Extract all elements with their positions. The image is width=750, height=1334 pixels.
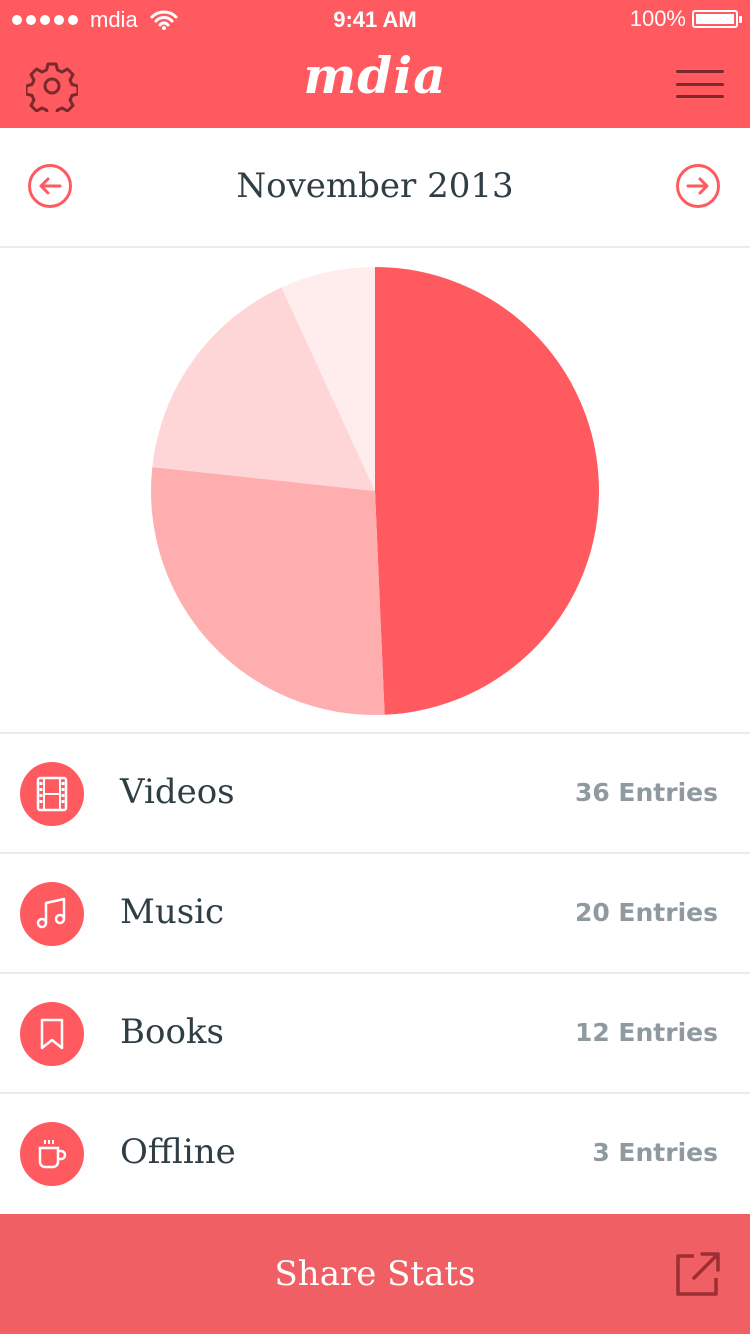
- share-stats-label: Share Stats: [274, 1254, 476, 1294]
- pie-chart: [0, 248, 750, 732]
- pie-chart-svg: [151, 267, 600, 715]
- list-item-count: 12 Entries: [574, 1018, 718, 1047]
- month-label: November 2013: [236, 166, 514, 206]
- film-icon: [20, 762, 84, 826]
- battery-percent: 100%: [629, 6, 686, 31]
- list-item-count: 20 Entries: [574, 898, 718, 927]
- status-right: 100%: [629, 6, 742, 32]
- next-month-button[interactable]: [676, 164, 720, 208]
- coffee-cup-icon: [20, 1122, 84, 1186]
- list-item-count: 36 Entries: [574, 778, 718, 807]
- brand-logo: mdia: [303, 46, 447, 105]
- pie-slice-music: [151, 466, 385, 715]
- list-item-label: Offline: [120, 1132, 236, 1172]
- list-item-videos[interactable]: Videos 36 Entries: [0, 732, 750, 852]
- nav-bar: mdia: [0, 40, 750, 128]
- list-item-music[interactable]: Music 20 Entries: [0, 852, 750, 972]
- list-item-label: Books: [120, 1012, 224, 1052]
- status-bar: mdia 9:41 AM 100%: [0, 0, 750, 40]
- list-item-books[interactable]: Books 12 Entries: [0, 972, 750, 1092]
- list-item-label: Videos: [120, 772, 235, 812]
- share-stats-button[interactable]: Share Stats: [0, 1214, 750, 1334]
- top-bar: mdia 9:41 AM 100% mdia: [0, 0, 750, 128]
- month-selector: November 2013: [0, 128, 750, 248]
- pie-slice-videos: [375, 267, 600, 715]
- list-item-offline[interactable]: Offline 3 Entries: [0, 1092, 750, 1212]
- external-link-icon: [676, 1252, 720, 1296]
- music-note-icon: [20, 882, 84, 946]
- bookmark-icon: [20, 1002, 84, 1066]
- category-list: Videos 36 Entries Music 20 Entries Books: [0, 732, 750, 1212]
- hamburger-menu-icon[interactable]: [676, 70, 724, 98]
- app-screen: mdia 9:41 AM 100% mdia November 2013 Vid…: [0, 0, 750, 1334]
- list-item-label: Music: [120, 892, 225, 932]
- battery-icon: [692, 10, 742, 28]
- list-item-count: 3 Entries: [592, 1138, 718, 1167]
- arrow-right-icon: [686, 177, 709, 195]
